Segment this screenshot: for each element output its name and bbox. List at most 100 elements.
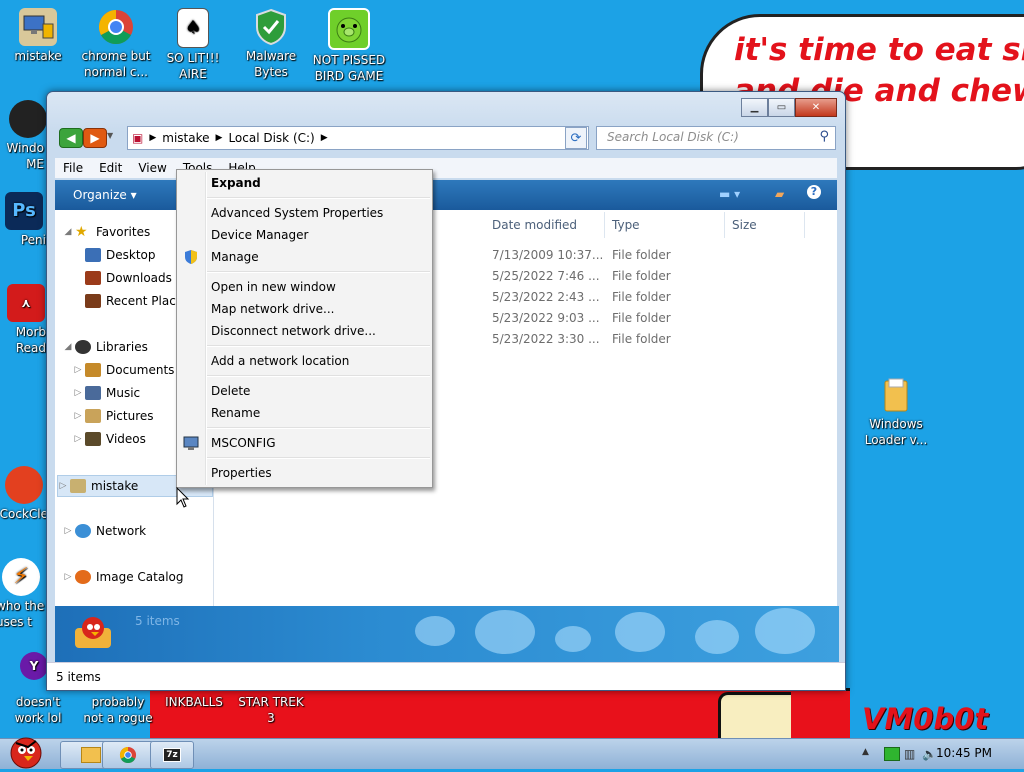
nav-label: Music bbox=[106, 386, 141, 400]
command-bar: Organize ▾ ▬ ▾ ▰ ? bbox=[55, 180, 837, 210]
desktop-icon-label: Windows Loader v... bbox=[864, 417, 928, 447]
desktop-icon-bird-game[interactable]: NOT PISSED BIRD GAME bbox=[311, 8, 387, 84]
minimize-button[interactable]: ▁ bbox=[741, 98, 768, 117]
column-header-size[interactable]: Size bbox=[732, 210, 757, 240]
menu-separator bbox=[207, 345, 430, 347]
desktop-icon-label: SO LIT!!! AIRE bbox=[166, 51, 220, 81]
column-divider[interactable] bbox=[604, 212, 605, 238]
close-button[interactable]: ✕ bbox=[795, 98, 837, 117]
start-button[interactable] bbox=[2, 731, 48, 769]
row-date: 7/13/2009 10:37... bbox=[492, 248, 604, 262]
angry-bird-icon bbox=[71, 614, 115, 652]
desktop-icon-inkballs[interactable]: INKBALLS bbox=[156, 694, 232, 710]
folder-icon bbox=[877, 376, 915, 414]
details-pane: 5 items bbox=[55, 606, 839, 662]
volume-icon[interactable]: 🔈 bbox=[922, 747, 937, 761]
row-type: File folder bbox=[612, 332, 671, 346]
menu-view[interactable]: View bbox=[138, 161, 166, 175]
column-divider[interactable] bbox=[804, 212, 805, 238]
tray-app-icon[interactable] bbox=[884, 747, 900, 761]
desktop-icon-windows-loader[interactable]: Windows Loader v... bbox=[858, 376, 934, 448]
menu-item-rename[interactable]: Rename bbox=[211, 403, 260, 423]
address-row: ◀ ▶ ▼ ▣ ▶ mistake ▶ Local Disk (C:) ▶ ▼ … bbox=[57, 126, 836, 150]
menu-item-disconnect-network-drive[interactable]: Disconnect network drive... bbox=[211, 321, 376, 341]
nav-downloads[interactable]: Downloads bbox=[85, 268, 172, 288]
desktop-icon-label: doesn't work lol bbox=[14, 695, 62, 725]
views-icon[interactable]: ▬ ▾ bbox=[719, 187, 740, 201]
uac-shield-icon bbox=[183, 249, 199, 265]
nav-label: Videos bbox=[106, 432, 146, 446]
organize-label: Organize bbox=[73, 188, 127, 202]
nav-favorites[interactable]: ◢ ★ Favorites bbox=[63, 222, 151, 242]
search-input[interactable] bbox=[597, 127, 807, 147]
nav-recent-places[interactable]: Recent Place bbox=[85, 291, 183, 311]
taskbar-chrome-button[interactable] bbox=[102, 741, 154, 769]
menu-item-map-network-drive[interactable]: Map network drive... bbox=[211, 299, 335, 319]
photoshop-icon: Ps bbox=[5, 192, 43, 230]
menu-separator bbox=[207, 427, 430, 429]
breadcrumb-item[interactable]: Local Disk (C:) bbox=[228, 131, 314, 145]
nav-label: Recent Place bbox=[106, 294, 184, 308]
menu-item-open-new-window[interactable]: Open in new window bbox=[211, 277, 336, 297]
collapse-arrow-icon: ▷ bbox=[64, 572, 72, 582]
menu-separator bbox=[207, 457, 430, 459]
column-divider[interactable] bbox=[724, 212, 725, 238]
videos-icon bbox=[85, 432, 101, 446]
nav-libraries[interactable]: ◢ Libraries bbox=[63, 337, 148, 357]
menu-item-expand[interactable]: Expand bbox=[211, 173, 261, 193]
libraries-icon bbox=[75, 340, 91, 354]
desktop-icon-star-trek[interactable]: STAR TREK 3 bbox=[233, 694, 309, 726]
network-icon bbox=[75, 524, 91, 538]
taskbar-7zip-button[interactable]: 7z bbox=[150, 741, 194, 769]
nav-music[interactable]: ▷ Music bbox=[73, 383, 140, 403]
menu-edit[interactable]: Edit bbox=[99, 161, 122, 175]
taskbar-clock[interactable]: 10:45 PM bbox=[936, 746, 992, 760]
show-hidden-icons-button[interactable]: ▲ bbox=[862, 747, 869, 757]
column-header-date[interactable]: Date modified bbox=[492, 210, 577, 240]
msconfig-icon bbox=[183, 435, 199, 451]
recent-pages-dropdown[interactable]: ▼ bbox=[107, 131, 113, 140]
menu-item-msconfig[interactable]: MSCONFIG bbox=[211, 433, 276, 453]
solitaire-icon: ♠ bbox=[177, 8, 209, 48]
pdf-icon: ⋏ bbox=[7, 284, 45, 322]
menu-separator bbox=[207, 197, 430, 199]
nav-image-catalog[interactable]: ▷ Image Catalog bbox=[63, 567, 183, 587]
help-icon[interactable]: ? bbox=[807, 185, 821, 199]
desktop-icon-chrome[interactable]: chrome but normal c... bbox=[78, 8, 154, 80]
desktop-icon-solitaire[interactable]: ♠ SO LIT!!! AIRE bbox=[155, 8, 231, 82]
preview-pane-icon[interactable]: ▰ bbox=[775, 187, 784, 201]
network-tray-icon[interactable]: ▥ bbox=[904, 747, 915, 761]
search-box[interactable]: ⚲ bbox=[596, 126, 836, 150]
breadcrumb-item[interactable]: mistake bbox=[162, 131, 209, 145]
menu-item-delete[interactable]: Delete bbox=[211, 381, 250, 401]
nav-pictures[interactable]: ▷ Pictures bbox=[73, 406, 154, 426]
search-icon[interactable]: ⚲ bbox=[819, 129, 829, 144]
nav-desktop[interactable]: Desktop bbox=[85, 245, 156, 265]
taskbar: 7z ▲ ▥ 🔈 10:45 PM bbox=[0, 737, 1024, 769]
maximize-button[interactable]: ▭ bbox=[768, 98, 795, 117]
address-bar[interactable]: ▣ ▶ mistake ▶ Local Disk (C:) ▶ ▼ bbox=[127, 126, 589, 150]
nav-documents[interactable]: ▷ Documents bbox=[73, 360, 174, 380]
menu-item-add-network-location[interactable]: Add a network location bbox=[211, 351, 349, 371]
row-date: 5/23/2022 2:43 ... bbox=[492, 290, 600, 304]
menu-file[interactable]: File bbox=[63, 161, 83, 175]
nav-label: Documents bbox=[106, 363, 175, 377]
column-header-type[interactable]: Type bbox=[612, 210, 640, 240]
desktop-icon-malwarebytes[interactable]: Malware Bytes bbox=[233, 8, 309, 80]
desktop-icon-label: INKBALLS bbox=[165, 695, 223, 709]
nav-label: Network bbox=[96, 524, 147, 538]
nav-videos[interactable]: ▷ Videos bbox=[73, 429, 146, 449]
menu-item-device-manager[interactable]: Device Manager bbox=[211, 225, 308, 245]
menu-item-advanced-system-properties[interactable]: Advanced System Properties bbox=[211, 203, 383, 223]
desktop-icon-mistake[interactable]: mistake bbox=[0, 8, 76, 64]
desktop-icon-rogue[interactable]: probably not a rogue bbox=[80, 694, 156, 726]
forward-button[interactable]: ▶ bbox=[83, 128, 107, 148]
desktop-icon-avast[interactable]: ⚡ who the uses t bbox=[0, 558, 46, 630]
menu-item-manage[interactable]: Manage bbox=[211, 247, 259, 267]
organize-button[interactable]: Organize ▾ bbox=[73, 188, 137, 202]
menu-item-properties[interactable]: Properties bbox=[211, 463, 272, 483]
nav-label: mistake bbox=[91, 479, 139, 493]
back-button[interactable]: ◀ bbox=[59, 128, 83, 148]
refresh-button[interactable]: ⟳ bbox=[565, 127, 587, 149]
nav-network[interactable]: ▷ Network bbox=[63, 521, 146, 541]
